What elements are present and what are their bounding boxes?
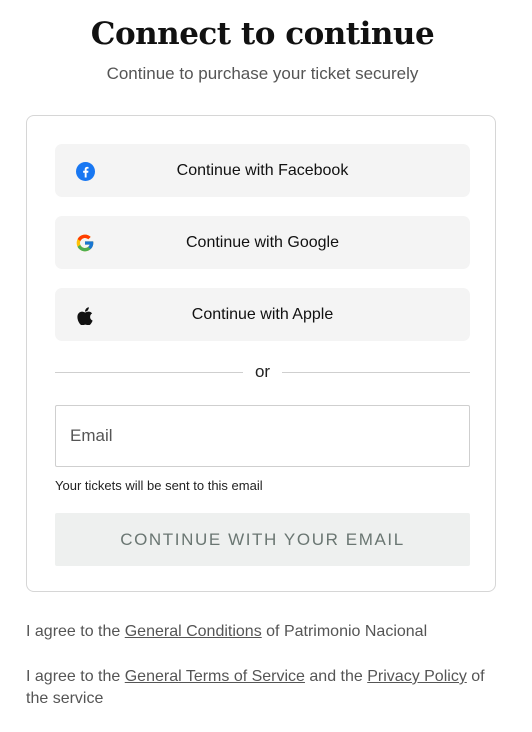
legal-text: and the — [304, 668, 368, 685]
general-conditions-link[interactable]: General Conditions — [125, 623, 262, 640]
continue-with-facebook-button[interactable]: Continue with Facebook — [55, 144, 470, 197]
continue-with-email-button[interactable]: CONTINUE WITH YOUR EMAIL — [55, 513, 470, 566]
legal-general-conditions: I agree to the General Conditions of Pat… — [26, 621, 506, 643]
continue-with-google-button[interactable]: Continue with Google — [55, 216, 470, 269]
apple-icon — [75, 305, 95, 325]
legal-text: of Patrimonio Nacional — [261, 623, 428, 640]
email-input[interactable] — [55, 405, 470, 467]
divider-line-left — [55, 371, 243, 373]
email-hint: Your tickets will be sent to this email — [55, 478, 263, 493]
page-subtitle: Continue to purchase your ticket securel… — [106, 64, 419, 83]
page-title: Connect to continue — [90, 16, 435, 52]
privacy-policy-link[interactable]: Privacy Policy — [367, 668, 467, 685]
google-icon — [75, 233, 95, 253]
divider-label: or — [254, 362, 271, 381]
facebook-button-label: Continue with Facebook — [176, 161, 349, 179]
google-button-label: Continue with Google — [186, 233, 339, 251]
divider-line-right — [282, 371, 470, 373]
facebook-icon — [75, 161, 95, 181]
or-divider: or — [55, 362, 470, 382]
apple-button-label: Continue with Apple — [191, 305, 334, 323]
general-terms-link[interactable]: General Terms of Service — [125, 668, 305, 685]
continue-with-apple-button[interactable]: Continue with Apple — [55, 288, 470, 341]
login-card: Continue with Facebook Continue with Goo… — [26, 115, 496, 592]
legal-terms-privacy: I agree to the General Terms of Service … — [26, 666, 506, 710]
legal-text: I agree to the — [26, 623, 125, 640]
legal-text: I agree to the — [26, 668, 125, 685]
